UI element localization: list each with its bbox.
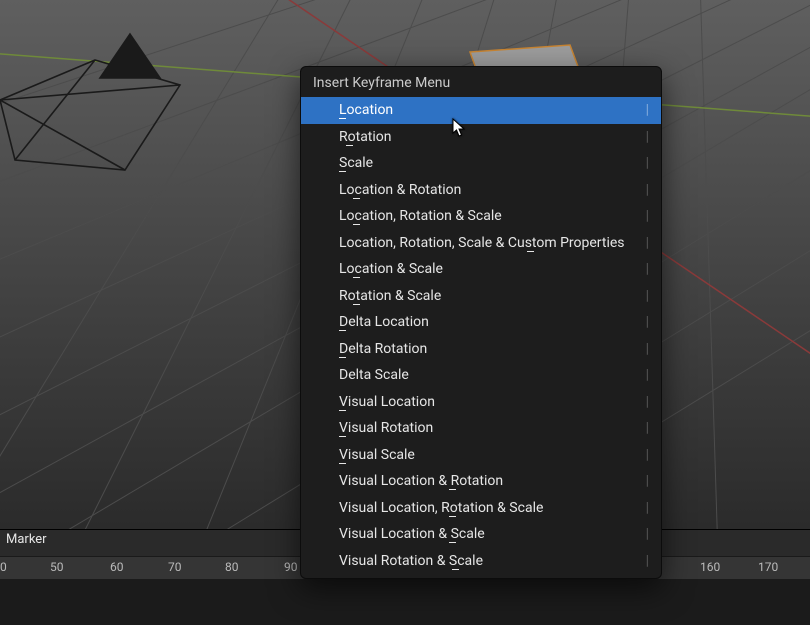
menu-item[interactable]: Location, Rotation, Scale & Custom Prope… — [301, 230, 661, 257]
timeline-tick: 50 — [50, 560, 64, 574]
timeline-track[interactable] — [0, 579, 810, 625]
timeline-marker-label: Marker — [6, 532, 47, 547]
menu-item-label: Location, Rotation, Scale & Custom Prope… — [339, 235, 625, 251]
menu-item[interactable]: Location & Rotation | — [301, 177, 661, 204]
menu-item-shortcut-placeholder: | — [646, 553, 649, 569]
menu-item-shortcut-placeholder: | — [646, 420, 649, 436]
menu-item-label: Visual Location & Rotation — [339, 473, 503, 489]
menu-item-shortcut-placeholder: | — [646, 447, 649, 463]
menu-item-shortcut-placeholder: | — [646, 182, 649, 198]
menu-item[interactable]: Visual Rotation & Scale | — [301, 548, 661, 575]
menu-item[interactable]: Visual Location | — [301, 389, 661, 416]
menu-item-label: Delta Rotation — [339, 341, 427, 357]
menu-item[interactable]: Rotation | — [301, 124, 661, 151]
menu-item-shortcut-placeholder: | — [646, 500, 649, 516]
menu-item-label: Scale — [339, 155, 373, 171]
menu-items: Location|Rotation|Scale|Location & Rotat… — [301, 97, 661, 574]
timeline-tick: 60 — [110, 560, 124, 574]
menu-item[interactable]: Visual Scale | — [301, 442, 661, 469]
menu-item-shortcut-placeholder: | — [646, 208, 649, 224]
menu-item-shortcut-placeholder: | — [646, 235, 649, 251]
menu-item-shortcut-placeholder: | — [646, 129, 649, 145]
menu-item[interactable]: Rotation & Scale | — [301, 283, 661, 310]
camera-object[interactable] — [0, 34, 180, 170]
menu-item-label: Location — [339, 102, 393, 118]
menu-item[interactable]: Visual Rotation | — [301, 415, 661, 442]
menu-item[interactable]: Visual Location & Scale | — [301, 521, 661, 548]
menu-item-label: Visual Rotation — [339, 420, 433, 436]
menu-item-shortcut-placeholder: | — [646, 473, 649, 489]
menu-item-shortcut-placeholder: | — [646, 261, 649, 277]
menu-item-shortcut-placeholder: | — [646, 314, 649, 330]
timeline-tick: 90 — [284, 560, 298, 574]
menu-item-label: Rotation — [339, 129, 392, 145]
menu-item[interactable]: Visual Location & Rotation | — [301, 468, 661, 495]
menu-item-shortcut-placeholder: | — [646, 394, 649, 410]
menu-item-shortcut-placeholder: | — [646, 288, 649, 304]
menu-item-label: Delta Location — [339, 314, 429, 330]
menu-item-label: Location, Rotation & Scale — [339, 208, 502, 224]
timeline-tick: 160 — [700, 560, 720, 574]
menu-title: Insert Keyframe Menu — [301, 67, 661, 97]
menu-item-shortcut-placeholder: | — [646, 102, 649, 118]
menu-item-label: Visual Location, Rotation & Scale — [339, 500, 543, 516]
menu-item[interactable]: Delta Location | — [301, 309, 661, 336]
timeline-tick: 170 — [758, 560, 778, 574]
menu-item-label: Delta Scale — [339, 367, 409, 383]
insert-keyframe-menu: Insert Keyframe Menu Location|Rotation|S… — [300, 66, 662, 579]
menu-item-label: Location & Rotation — [339, 182, 461, 198]
menu-item-shortcut-placeholder: | — [646, 155, 649, 171]
menu-item[interactable]: Location | — [301, 97, 661, 124]
timeline-tick: 0 — [0, 560, 7, 574]
menu-item-shortcut-placeholder: | — [646, 526, 649, 542]
menu-item[interactable]: Visual Location, Rotation & Scale | — [301, 495, 661, 522]
menu-item-label: Visual Location — [339, 394, 435, 410]
timeline-tick: 70 — [168, 560, 182, 574]
menu-item-label: Visual Rotation & Scale — [339, 553, 483, 569]
menu-item-shortcut-placeholder: | — [646, 341, 649, 357]
timeline-tick: 80 — [225, 560, 239, 574]
menu-item-label: Visual Location & Scale — [339, 526, 485, 542]
menu-item[interactable]: Delta Scale | — [301, 362, 661, 389]
menu-item[interactable]: Delta Rotation | — [301, 336, 661, 363]
menu-item[interactable]: Scale | — [301, 150, 661, 177]
menu-item[interactable]: Location & Scale | — [301, 256, 661, 283]
menu-item-label: Rotation & Scale — [339, 288, 441, 304]
menu-item[interactable]: Location, Rotation & Scale | — [301, 203, 661, 230]
menu-item-shortcut-placeholder: | — [646, 367, 649, 383]
menu-item-label: Location & Scale — [339, 261, 443, 277]
menu-item-label: Visual Scale — [339, 447, 415, 463]
